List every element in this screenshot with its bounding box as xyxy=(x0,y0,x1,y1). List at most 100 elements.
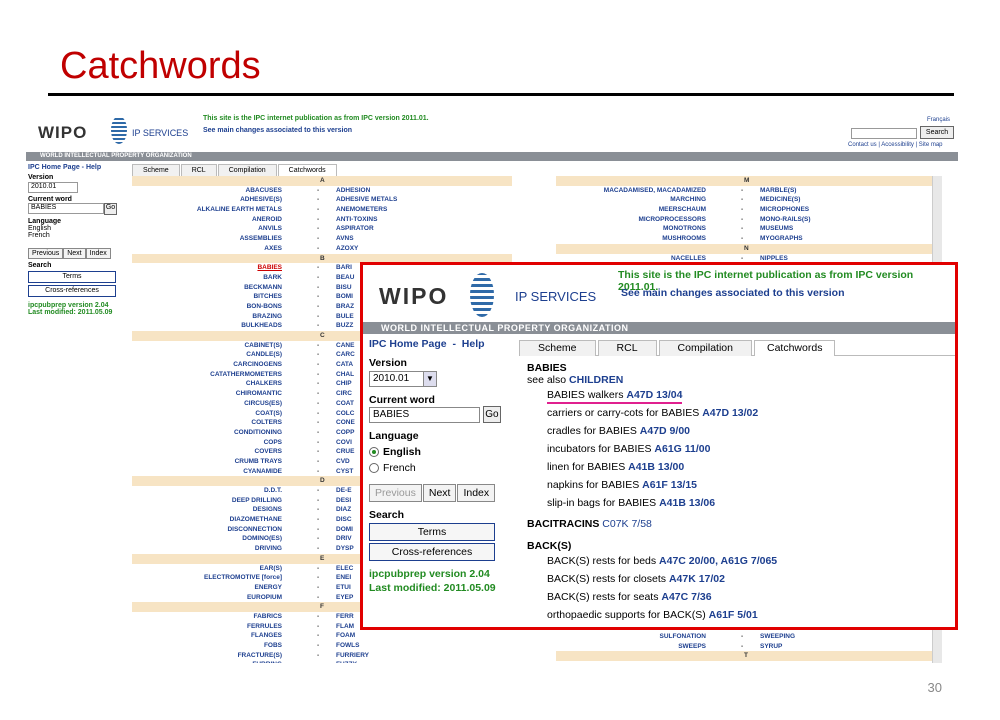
catchword-end-link[interactable]: CRUE xyxy=(336,447,354,457)
catchword-start-link[interactable]: SWEEPS xyxy=(678,642,706,652)
catchword-end-link[interactable]: BARI xyxy=(336,263,352,273)
catchword-start-link[interactable]: FOBS xyxy=(264,641,282,651)
catchword-end-link[interactable]: CYST xyxy=(336,467,353,477)
catchword-end-link[interactable]: BOMI xyxy=(336,292,353,302)
catchword-end-link[interactable]: DOMI xyxy=(336,525,353,535)
catchword-start-link[interactable]: CANDLE(S) xyxy=(246,350,282,360)
catchword-row[interactable]: ABACUSES - ADHESION xyxy=(132,186,512,196)
bg-current-word-input[interactable]: BABIES xyxy=(28,203,104,214)
catchword-end-link[interactable]: CANE xyxy=(336,341,354,351)
catchword-row[interactable]: SULFONATION - SWEEPING xyxy=(556,632,936,642)
catchword-end-link[interactable]: ANTI-TOXINS xyxy=(336,215,377,225)
catchword-start-link[interactable]: DRIVING xyxy=(255,544,282,554)
tab-rcl[interactable]: RCL xyxy=(597,340,657,356)
version-select[interactable]: 2010.01 ▼ xyxy=(369,371,437,387)
catchword-start-link[interactable]: COLTERS xyxy=(251,418,282,428)
go-button[interactable]: Go xyxy=(482,406,501,423)
catchword-start-link[interactable]: ANVILS xyxy=(258,224,282,234)
catchword-end-link[interactable]: BUZZ xyxy=(336,321,353,331)
tab-scheme[interactable]: Scheme xyxy=(519,340,596,356)
catchword-end-link[interactable]: CARC xyxy=(336,350,355,360)
catchword-start-link[interactable]: DEEP DRILLING xyxy=(232,496,282,506)
catchword-start-link[interactable]: CATATHERMOMETERS xyxy=(210,370,282,380)
catchword-row[interactable]: MONOTRONS - MUSEUMS xyxy=(556,224,936,234)
catchword-start-link[interactable]: COVERS xyxy=(255,447,282,457)
catchword-end-link[interactable]: ADHESIVE METALS xyxy=(336,195,397,205)
catchword-start-link[interactable]: ADHESIVE(S) xyxy=(240,195,282,205)
bg-tab-scheme[interactable]: Scheme xyxy=(132,164,180,176)
previous-button[interactable]: Previous xyxy=(369,484,422,502)
english-radio[interactable] xyxy=(369,447,379,458)
bg-terms-button[interactable]: Terms xyxy=(28,271,116,283)
terms-button[interactable]: Terms xyxy=(369,523,495,541)
catchword-start-link[interactable]: FABRICS xyxy=(253,612,282,622)
home-page-link[interactable]: IPC Home Page xyxy=(369,338,447,350)
catchword-end-link[interactable]: MICROPHONES xyxy=(760,205,809,215)
catchword-start-link[interactable]: CHIROMANTIC xyxy=(236,389,282,399)
catchword-start-link[interactable]: CABINET(S) xyxy=(244,341,282,351)
catchword-end-link[interactable]: DE-E xyxy=(336,486,352,496)
catchword-start-link[interactable]: BECKMANN xyxy=(244,283,282,293)
ipc-code-link[interactable]: A47C 20/00, A61G 7/065 xyxy=(659,555,777,567)
catchword-end-link[interactable]: FOWLS xyxy=(336,641,359,651)
catchword-end-link[interactable]: FLAM xyxy=(336,622,354,632)
catchword-row[interactable]: MUSHROOMS - MYOGRAPHS xyxy=(556,234,936,244)
catchword-start-link[interactable]: EUROPIUM xyxy=(247,593,282,603)
catchword-end-link[interactable]: COAT xyxy=(336,399,354,409)
bg-next-button[interactable]: Next xyxy=(63,248,86,259)
catchword-start-link[interactable]: ENERGY xyxy=(255,583,282,593)
catchword-start-link[interactable]: DIAZOMETHANE xyxy=(230,515,282,525)
catchword-start-link[interactable]: FLANGES xyxy=(251,631,282,641)
catchword-row[interactable]: MACADAMISED, MACADAMIZED - MARBLE(S) xyxy=(556,186,936,196)
catchword-row[interactable]: FURRING - FUZZY xyxy=(132,660,512,663)
ipc-code-link[interactable]: A41B 13/06 xyxy=(659,497,715,509)
bg-previous-button[interactable]: Previous xyxy=(28,248,64,259)
chevron-down-icon[interactable]: ▼ xyxy=(423,372,436,386)
catchword-start-link[interactable]: BITCHES xyxy=(253,292,282,302)
catchword-end-link[interactable]: BRAZ xyxy=(336,302,354,312)
children-link[interactable]: CHILDREN xyxy=(569,374,623,386)
catchword-end-link[interactable]: EYEP xyxy=(336,593,353,603)
catchword-start-link[interactable]: BON-BONS xyxy=(247,302,282,312)
catchword-end-link[interactable]: MYOGRAPHS xyxy=(760,234,803,244)
ipc-code-link[interactable]: A47D 13/02 xyxy=(702,407,758,419)
catchword-start-link[interactable]: DISCONNECTION xyxy=(227,525,282,535)
catchword-end-link[interactable]: CVD xyxy=(336,457,350,467)
help-link[interactable]: Help xyxy=(462,338,485,350)
catchword-end-link[interactable]: CHIP xyxy=(336,379,352,389)
french-option[interactable]: French xyxy=(369,462,505,474)
catchword-start-link[interactable]: CYANAMIDE xyxy=(243,467,282,477)
catchword-row[interactable]: ANEROID - ANTI-TOXINS xyxy=(132,215,512,225)
catchword-end-link[interactable]: DRIV xyxy=(336,534,352,544)
catchword-start-link[interactable]: AXES xyxy=(264,244,282,254)
next-button[interactable]: Next xyxy=(422,484,457,502)
catchword-end-link[interactable]: SWEEPING xyxy=(760,632,795,642)
current-word-input[interactable]: BABIES xyxy=(369,406,480,423)
catchword-start-link[interactable]: COPS xyxy=(264,438,282,448)
catchword-end-link[interactable]: BULE xyxy=(336,312,354,322)
catchword-start-link[interactable]: CHALKERS xyxy=(246,379,282,389)
ipc-code-link[interactable]: A47D 9/00 xyxy=(640,425,690,437)
catchword-start-link[interactable]: CARCINOGENS xyxy=(233,360,282,370)
catchword-end-link[interactable]: FURRIERY xyxy=(336,651,369,661)
catchword-start-link[interactable]: ANEROID xyxy=(252,215,282,225)
bg-go-button[interactable]: Go xyxy=(104,203,117,215)
catchword-start-link[interactable]: MUSHROOMS xyxy=(662,234,706,244)
catchword-start-link[interactable]: CONDITIONING xyxy=(234,428,282,438)
catchword-row[interactable]: ALKALINE EARTH METALS - ANEMOMETERS xyxy=(132,205,512,215)
catchword-start-link[interactable]: SULFONATION xyxy=(660,632,706,642)
catchword-start-link[interactable]: MICROPROCESSORS xyxy=(638,215,706,225)
catchword-start-link[interactable]: MEERSCHAUM xyxy=(659,205,706,215)
catchword-start-link[interactable]: MACADAMISED, MACADAMIZED xyxy=(604,186,706,196)
catchword-end-link[interactable]: MARBLE(S) xyxy=(760,186,796,196)
site-search-button[interactable]: Search xyxy=(920,126,954,139)
english-option[interactable]: English xyxy=(369,446,505,458)
bg-version-select[interactable]: 2010.01 xyxy=(28,182,78,193)
catchword-end-link[interactable]: ELEC xyxy=(336,564,353,574)
catchword-end-link[interactable]: SYRUP xyxy=(760,642,782,652)
ipc-code-link[interactable]: A41B 13/00 xyxy=(628,461,684,473)
catchword-end-link[interactable]: MUSEUMS xyxy=(760,224,793,234)
catchword-start-link[interactable]: COAT(S) xyxy=(255,409,282,419)
catchword-end-link[interactable]: CONE xyxy=(336,418,355,428)
catchword-start-link[interactable]: FERRULES xyxy=(247,622,282,632)
